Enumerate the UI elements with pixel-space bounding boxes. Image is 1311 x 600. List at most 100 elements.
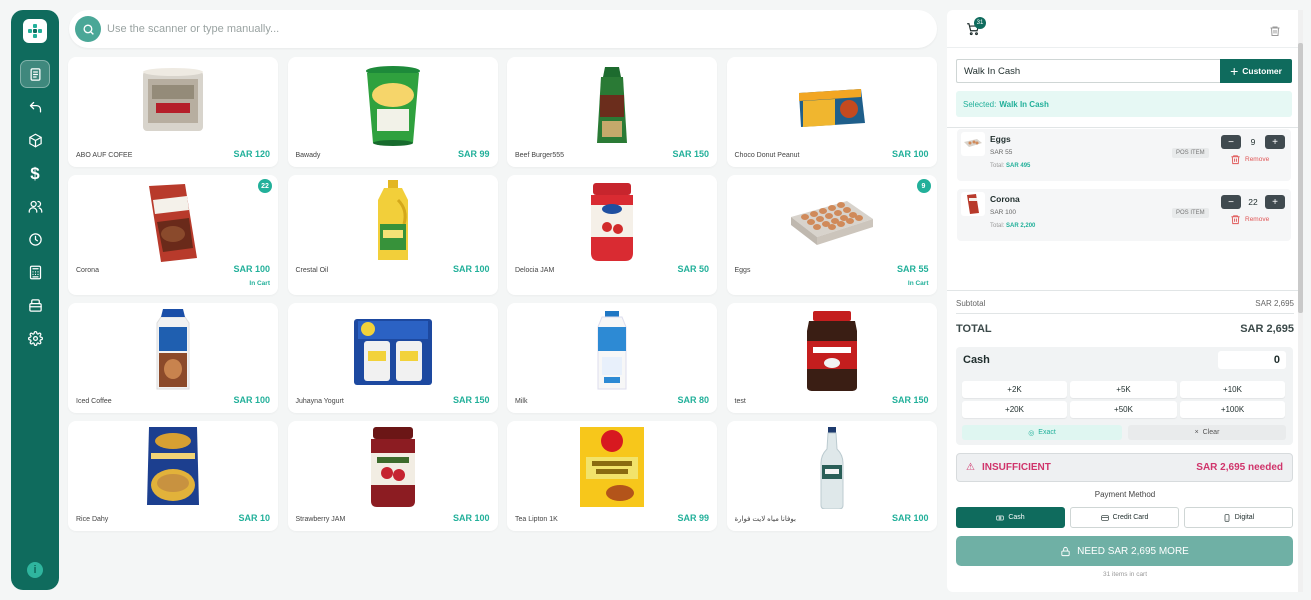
payment-cash-button[interactable]: Cash: [956, 507, 1065, 528]
quick-amount-button[interactable]: +5K: [1070, 381, 1177, 398]
subtotal-value: SAR 2,695: [1255, 299, 1294, 308]
total-row: TOTAL SAR 2,695: [956, 323, 1294, 335]
product-image: [597, 67, 627, 143]
panel-scrollbar[interactable]: [1298, 10, 1303, 592]
payment-digital-label: Digital: [1234, 514, 1255, 521]
product-card[interactable]: بوفانا مياه لايت فوارة SAR 100: [726, 421, 937, 531]
cart-item-total: Total: SAR 495: [990, 163, 1031, 169]
nav-pos[interactable]: [20, 60, 50, 88]
phone-icon: [1224, 513, 1230, 522]
cash-amount-input[interactable]: [1218, 351, 1286, 369]
product-image: [143, 68, 203, 131]
product-name: ABO AUF COFEE: [76, 152, 133, 159]
clear-cart-trash-icon[interactable]: [1269, 24, 1281, 42]
undo-icon: [29, 101, 41, 112]
divider: [947, 127, 1303, 128]
app-logo[interactable]: [23, 19, 47, 43]
product-card[interactable]: Choco Donut Peanut SAR 100: [726, 57, 937, 167]
nav-sales[interactable]: $: [20, 159, 50, 187]
product-price: SAR 150: [452, 395, 490, 405]
product-image: [591, 183, 633, 261]
quick-amount-button[interactable]: +50K: [1070, 401, 1177, 418]
product-name: Eggs: [734, 267, 751, 274]
clear-amount-button[interactable]: × Clear: [1128, 425, 1286, 440]
decrement-button[interactable]: −: [1221, 195, 1241, 209]
checkout-button[interactable]: NEED SAR 2,695 MORE: [956, 536, 1293, 566]
product-card[interactable]: Bawady SAR 99: [287, 57, 498, 167]
increment-button[interactable]: +: [1265, 135, 1285, 149]
cash-label: Cash: [963, 354, 990, 366]
product-name: Corona: [76, 267, 99, 274]
payment-digital-button[interactable]: Digital: [1184, 507, 1293, 528]
customer-input[interactable]: [956, 59, 1220, 83]
product-card[interactable]: Milk SAR 80: [507, 303, 717, 413]
product-name: Iced Coffee: [76, 398, 112, 405]
nav-settings[interactable]: [20, 324, 50, 352]
nav-calculator[interactable]: [20, 258, 50, 286]
cart-qty-badge: 9: [916, 179, 931, 193]
product-card[interactable]: Iced Coffee SAR 100: [68, 303, 278, 413]
nav-history[interactable]: [20, 225, 50, 253]
in-cart-label: In Cart: [907, 280, 929, 287]
box-icon: [28, 133, 42, 147]
quantity-value[interactable]: 9: [1241, 137, 1265, 147]
dollar-icon: $: [30, 163, 40, 183]
cart-item-price: SAR 55: [990, 149, 1013, 156]
remove-item-button[interactable]: Remove: [1230, 154, 1269, 165]
product-image: [798, 89, 865, 127]
sidebar: $ i: [11, 10, 59, 590]
customer-selector: + Customer: [956, 59, 1292, 83]
payment-credit-card-button[interactable]: Credit Card: [1070, 507, 1179, 528]
product-price: SAR 80: [677, 395, 709, 405]
search-input[interactable]: [107, 23, 907, 35]
warning-icon: ⚠: [966, 462, 975, 473]
product-card[interactable]: 9 Eggs SAR 55 In Cart: [726, 175, 937, 295]
quick-amount-button[interactable]: +100K: [1180, 401, 1285, 418]
product-name: Crestal Oil: [295, 267, 329, 274]
product-card[interactable]: ABO AUF COFEE SAR 120: [68, 57, 278, 167]
payment-method-options: Cash Credit Card Digital: [956, 507, 1293, 528]
product-image: [806, 311, 857, 391]
product-card[interactable]: 22 Corona SAR 100 In Cart: [68, 175, 278, 295]
product-card[interactable]: test SAR 150: [726, 303, 937, 413]
nav-products[interactable]: [20, 126, 50, 154]
info-icon[interactable]: i: [27, 562, 43, 578]
divider: [956, 313, 1294, 314]
product-name: test: [734, 398, 746, 405]
product-card[interactable]: Rice Dahy SAR 10: [68, 421, 278, 531]
quantity-value[interactable]: 22: [1241, 197, 1265, 207]
product-image: [365, 66, 420, 146]
insufficient-label: INSUFFICIENT: [982, 462, 1051, 473]
increment-button[interactable]: +: [1265, 195, 1285, 209]
quick-amounts: +2K +5K +10K +20K +50K +100K: [962, 381, 1285, 418]
product-card[interactable]: Crestal Oil SAR 100: [287, 175, 498, 295]
product-name: Choco Donut Peanut: [734, 152, 800, 159]
nav-returns[interactable]: [20, 93, 50, 121]
product-name: Juhayna Yogurt: [295, 398, 344, 405]
decrement-button[interactable]: −: [1221, 135, 1241, 149]
quick-amount-button[interactable]: +10K: [1180, 381, 1285, 398]
product-card[interactable]: Strawberry JAM SAR 100: [287, 421, 498, 531]
product-card[interactable]: Delocia JAM SAR 50: [507, 175, 717, 295]
insufficient-alert: ⚠ INSUFFICIENT SAR 2,695 needed: [956, 453, 1293, 482]
trash-icon: [1231, 215, 1240, 225]
product-card[interactable]: Tea Lipton 1K SAR 99: [507, 421, 717, 531]
remove-item-button[interactable]: Remove: [1230, 214, 1269, 225]
scrollbar-thumb[interactable]: [1298, 43, 1303, 313]
add-customer-button[interactable]: + Customer: [1220, 59, 1292, 83]
quick-amount-button[interactable]: +2K: [962, 381, 1067, 398]
product-image: [370, 427, 415, 507]
quick-amount-button[interactable]: +20K: [962, 401, 1067, 418]
nav-customers[interactable]: [20, 192, 50, 220]
product-card[interactable]: Juhayna Yogurt SAR 150: [287, 303, 498, 413]
payment-credit-card-label: Credit Card: [1112, 514, 1149, 521]
product-price: SAR 120: [233, 149, 270, 159]
search-icon[interactable]: [75, 16, 101, 42]
search-bar: [69, 10, 937, 48]
pos-item-tag: POS ITEM: [1172, 148, 1209, 158]
cart-item-name: Corona: [990, 194, 1020, 204]
exact-amount-button[interactable]: ◎ Exact: [962, 425, 1122, 440]
product-name: Strawberry JAM: [295, 516, 346, 523]
nav-drawer[interactable]: [20, 291, 50, 319]
product-card[interactable]: Beef Burger555 SAR 150: [507, 57, 717, 167]
